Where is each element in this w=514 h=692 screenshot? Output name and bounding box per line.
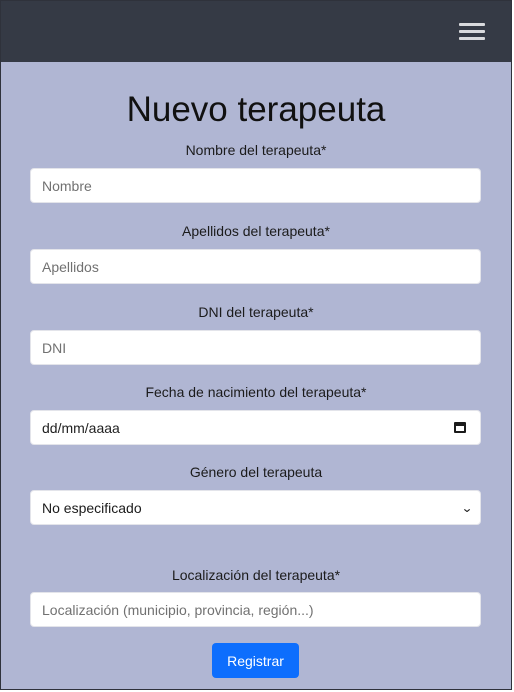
genero-selected-value: No especificado	[42, 499, 142, 516]
apellidos-input[interactable]	[30, 249, 481, 284]
genero-label: Género del terapeuta	[189, 464, 323, 480]
fecha-display: dd/mm/aaaa	[42, 419, 120, 436]
app-frame: Nuevo terapeuta Nombre del terapeuta* Ap…	[0, 0, 512, 690]
calendar-icon[interactable]	[454, 422, 466, 433]
hamburger-menu-icon[interactable]	[459, 23, 485, 41]
navbar	[1, 1, 511, 62]
dni-input[interactable]	[30, 330, 481, 365]
registrar-button[interactable]: Registrar	[212, 643, 299, 678]
apellidos-label: Apellidos del terapeuta*	[182, 223, 330, 239]
localizacion-input[interactable]	[30, 592, 481, 627]
fecha-label: Fecha de nacimiento del terapeuta*	[145, 384, 367, 400]
localizacion-label: Localización del terapeuta*	[171, 567, 341, 583]
nombre-label: Nombre del terapeuta*	[185, 142, 327, 158]
genero-select[interactable]: No especificado ⌄	[30, 490, 481, 525]
page-title: Nuevo terapeuta	[126, 90, 386, 129]
fecha-nacimiento-input[interactable]: dd/mm/aaaa	[30, 410, 481, 445]
nombre-input[interactable]	[30, 168, 481, 203]
chevron-down-icon: ⌄	[460, 500, 474, 515]
dni-label: DNI del terapeuta*	[198, 304, 314, 320]
